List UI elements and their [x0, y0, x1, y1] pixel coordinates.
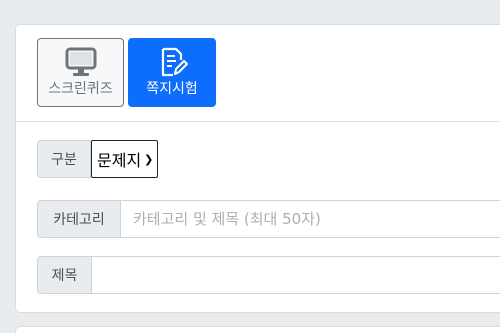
page: 스크린퀴즈 쪽지시험 구분 문제지 ❯ 카테고리 카테고리 및 제목 (최대 5…	[0, 0, 500, 333]
category-label: 카테고리	[37, 200, 121, 238]
title-input[interactable]	[92, 256, 500, 294]
quiz-test-label: 쪽지시험	[146, 81, 198, 97]
category-input[interactable]	[121, 200, 500, 238]
monitor-icon	[65, 47, 96, 76]
mode-selector: 스크린퀴즈 쪽지시험	[16, 25, 500, 122]
title-row: 제목	[37, 256, 500, 294]
quiz-test-button[interactable]: 쪽지시험	[128, 38, 216, 107]
next-card	[15, 326, 500, 333]
type-row: 구분 문제지 ❯	[37, 140, 159, 178]
category-row: 카테고리	[37, 200, 500, 238]
title-label: 제목	[37, 256, 92, 294]
chevron-down-icon: ❯	[144, 152, 154, 166]
type-select[interactable]: 문제지 ❯	[91, 140, 159, 178]
screen-quiz-label: 스크린퀴즈	[48, 81, 113, 97]
edit-document-icon	[161, 47, 188, 77]
type-label: 구분	[37, 140, 91, 178]
test-settings-card: 스크린퀴즈 쪽지시험 구분 문제지 ❯ 카테고리 카테고리 및 제목 (최대 5…	[15, 24, 500, 313]
screen-quiz-button[interactable]: 스크린퀴즈	[37, 38, 124, 107]
type-select-value: 문제지	[97, 151, 142, 170]
